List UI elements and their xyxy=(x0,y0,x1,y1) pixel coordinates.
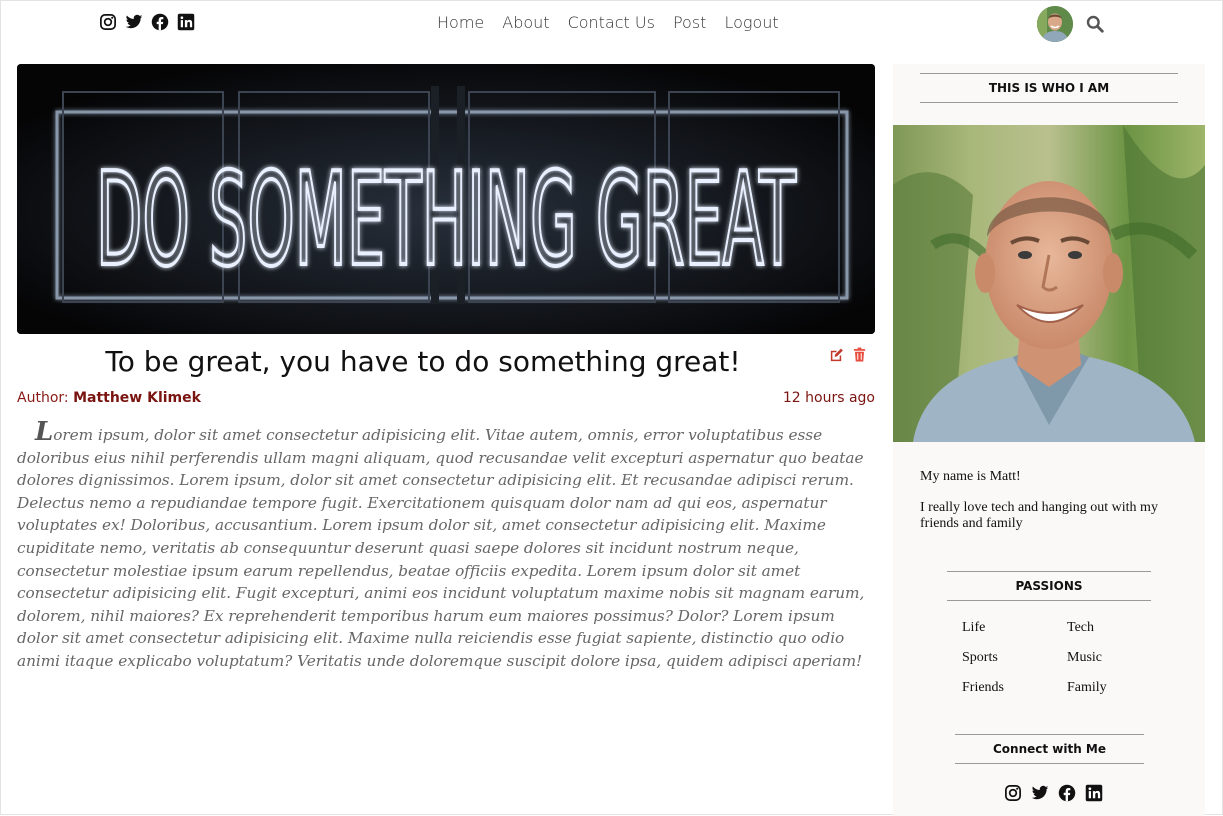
post-title: To be great, you have to do something gr… xyxy=(105,345,741,378)
edit-icon[interactable] xyxy=(829,347,844,362)
sidebar: THIS IS WHO I AM My name is Matt! I real… xyxy=(893,64,1205,816)
search-icon[interactable] xyxy=(1086,15,1104,33)
linkedin-icon[interactable] xyxy=(177,13,195,31)
nav-contact-link[interactable]: Contact Us xyxy=(568,13,655,32)
passion-item[interactable]: Tech xyxy=(1067,620,1162,636)
post-body-text: orem ipsum, dolor sit amet consectetur a… xyxy=(17,426,865,670)
passion-item[interactable]: Friends xyxy=(962,680,1067,696)
post-meta: Author: Matthew Klimek 12 hours ago xyxy=(17,390,875,408)
twitter-icon[interactable] xyxy=(1031,784,1049,802)
facebook-icon[interactable] xyxy=(1058,784,1076,802)
passions-list: Life Tech Sports Music Friends Family xyxy=(962,620,1162,696)
post-actions xyxy=(829,347,867,362)
avatar[interactable] xyxy=(1037,6,1073,42)
trash-icon[interactable] xyxy=(852,347,867,362)
instagram-icon[interactable] xyxy=(99,13,117,31)
author-name[interactable]: Matthew Klimek xyxy=(73,390,201,406)
instagram-icon[interactable] xyxy=(1004,784,1022,802)
hero-sign-text: DO SOMETHING GREAT xyxy=(96,146,796,295)
passion-item[interactable]: Life xyxy=(962,620,1067,636)
post-hero-image: DO SOMETHING GREAT xyxy=(17,64,875,334)
linkedin-icon[interactable] xyxy=(1085,784,1103,802)
author-label: Author: xyxy=(17,390,74,406)
facebook-icon[interactable] xyxy=(151,13,169,31)
bio: My name is Matt! I really love tech and … xyxy=(920,469,1182,547)
main-nav: Home About Contact Us Post Logout xyxy=(437,13,779,32)
passion-item[interactable]: Sports xyxy=(962,650,1067,666)
passions-heading: PASSIONS xyxy=(947,571,1151,601)
top-navbar: Home About Contact Us Post Logout xyxy=(1,1,1222,48)
bio-intro: My name is Matt! xyxy=(920,469,1021,484)
connect-heading: Connect with Me xyxy=(955,734,1144,764)
passion-item[interactable]: Music xyxy=(1067,650,1162,666)
post-timestamp: 12 hours ago xyxy=(782,390,875,406)
nav-home-link[interactable]: Home xyxy=(437,13,484,32)
sidebar-social-links xyxy=(1004,784,1103,802)
bio-description: I really love tech and hanging out with … xyxy=(920,500,1158,531)
passion-item[interactable]: Family xyxy=(1067,680,1162,696)
nav-post-link[interactable]: Post xyxy=(673,13,706,32)
about-heading: THIS IS WHO I AM xyxy=(920,73,1178,103)
post-body: Lorem ipsum, dolor sit amet consectetur … xyxy=(17,419,875,673)
profile-photo xyxy=(893,125,1205,442)
twitter-icon[interactable] xyxy=(125,13,143,31)
nav-logout-link[interactable]: Logout xyxy=(724,13,778,32)
header-social-links xyxy=(99,13,195,31)
nav-about-link[interactable]: About xyxy=(502,13,549,32)
drop-cap: L xyxy=(35,417,54,447)
